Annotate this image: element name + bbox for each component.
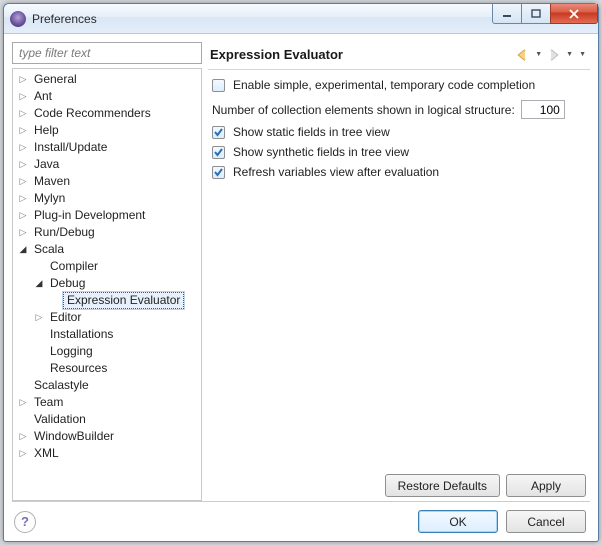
spacer-icon [33,363,45,375]
refresh-vars-row: Refresh variables view after evaluation [212,165,586,179]
bottom-bar: ? OK Cancel [12,501,590,533]
tree-item-windowbuilder[interactable]: ▷WindowBuilder [17,428,201,445]
titlebar[interactable]: Preferences [4,4,598,34]
num-elements-label: Number of collection elements shown in l… [212,103,515,117]
tree-item-scala[interactable]: ◢Scala [17,241,201,258]
minimize-button[interactable] [492,4,522,24]
tree-item-install-update[interactable]: ▷Install/Update [17,139,201,156]
tree-item-team[interactable]: ▷Team [17,394,201,411]
tree-item-run-debug[interactable]: ▷Run/Debug [17,224,201,241]
page-body: Enable simple, experimental, temporary c… [208,70,590,501]
enable-completion-row: Enable simple, experimental, temporary c… [212,78,586,92]
client-area: ▷General ▷Ant ▷Code Recommenders ▷Help ▷… [4,34,598,541]
right-panel: Expression Evaluator ▼ ▼ ▼ [208,40,590,501]
chevron-right-icon: ▷ [17,74,29,86]
show-synthetic-label: Show synthetic fields in tree view [233,145,409,159]
spacer-icon [33,346,45,358]
main-split: ▷General ▷Ant ▷Code Recommenders ▷Help ▷… [12,40,590,501]
maximize-button[interactable] [521,4,551,24]
refresh-vars-checkbox[interactable] [212,166,225,179]
arrow-right-icon [547,49,561,61]
chevron-right-icon: ▷ [17,176,29,188]
arrow-left-icon [516,49,530,61]
close-button[interactable] [550,4,598,24]
tree-item-editor[interactable]: ▷Editor [33,309,201,326]
chevron-right-icon: ▷ [17,159,29,171]
enable-completion-label: Enable simple, experimental, temporary c… [233,78,535,92]
tree-item-xml[interactable]: ▷XML [17,445,201,462]
tree-item-java[interactable]: ▷Java [17,156,201,173]
tree-item-logging[interactable]: Logging [33,343,201,360]
nav-back-button[interactable] [515,47,531,63]
view-menu[interactable]: ▼ [577,51,588,58]
page-buttons: Restore Defaults Apply [212,468,586,497]
chevron-right-icon: ▷ [17,108,29,120]
spacer-icon [17,380,29,392]
apply-button[interactable]: Apply [506,474,586,497]
maximize-icon [531,9,541,19]
chevron-right-icon: ▷ [17,397,29,409]
chevron-right-icon: ▷ [17,125,29,137]
window-controls [493,4,598,24]
enable-completion-checkbox[interactable] [212,79,225,92]
spacer-icon [33,261,45,273]
app-icon [10,11,26,27]
tree-item-resources[interactable]: Resources [33,360,201,377]
tree-item-installations[interactable]: Installations [33,326,201,343]
pref-tree[interactable]: ▷General ▷Ant ▷Code Recommenders ▷Help ▷… [12,68,202,501]
tree-item-plugin-dev[interactable]: ▷Plug-in Development [17,207,201,224]
close-icon [568,9,580,19]
chevron-right-icon: ▷ [17,431,29,443]
help-icon: ? [21,514,29,529]
spacer-icon [49,295,61,307]
tree-item-expression-evaluator[interactable]: Expression Evaluator [49,292,201,309]
show-static-label: Show static fields in tree view [233,125,390,139]
spacer-icon [33,329,45,341]
tree-item-help[interactable]: ▷Help [17,122,201,139]
chevron-right-icon: ▷ [33,312,45,324]
nav-forward-menu[interactable]: ▼ [564,51,575,58]
show-static-checkbox[interactable] [212,126,225,139]
refresh-vars-label: Refresh variables view after evaluation [233,165,439,179]
show-synthetic-row: Show synthetic fields in tree view [212,145,586,159]
preferences-window: Preferences ▷General ▷Ant [3,3,599,542]
tree-item-maven[interactable]: ▷Maven [17,173,201,190]
chevron-right-icon: ▷ [17,91,29,103]
page-header: Expression Evaluator ▼ ▼ ▼ [208,40,590,70]
tree-item-debug[interactable]: ◢Debug [33,275,201,292]
chevron-right-icon: ▷ [17,227,29,239]
tree-item-validation[interactable]: Validation [17,411,201,428]
restore-defaults-button[interactable]: Restore Defaults [385,474,500,497]
chevron-right-icon: ▷ [17,448,29,460]
tree-item-ant[interactable]: ▷Ant [17,88,201,105]
chevron-right-icon: ▷ [17,193,29,205]
num-elements-input[interactable] [521,100,565,119]
left-panel: ▷General ▷Ant ▷Code Recommenders ▷Help ▷… [12,40,208,501]
chevron-down-icon: ◢ [17,244,29,256]
tree-item-scalastyle[interactable]: Scalastyle [17,377,201,394]
cancel-button[interactable]: Cancel [506,510,586,533]
page-title: Expression Evaluator [210,47,515,62]
window-title: Preferences [32,12,97,26]
filter-input[interactable] [12,42,202,64]
show-synthetic-checkbox[interactable] [212,146,225,159]
chevron-down-icon: ◢ [33,278,45,290]
help-button[interactable]: ? [14,511,36,533]
tree-item-mylyn[interactable]: ▷Mylyn [17,190,201,207]
spacer-icon [17,414,29,426]
tree-item-general[interactable]: ▷General [17,71,201,88]
tree-item-compiler[interactable]: Compiler [33,258,201,275]
ok-button[interactable]: OK [418,510,498,533]
nav-back-menu[interactable]: ▼ [533,51,544,58]
show-static-row: Show static fields in tree view [212,125,586,139]
nav-forward-button[interactable] [546,47,562,63]
nav-icons: ▼ ▼ ▼ [515,47,588,63]
num-elements-row: Number of collection elements shown in l… [212,100,586,119]
minimize-icon [502,9,512,19]
chevron-right-icon: ▷ [17,142,29,154]
chevron-right-icon: ▷ [17,210,29,222]
tree-item-code-recommenders[interactable]: ▷Code Recommenders [17,105,201,122]
dialog-buttons: OK Cancel [418,510,586,533]
